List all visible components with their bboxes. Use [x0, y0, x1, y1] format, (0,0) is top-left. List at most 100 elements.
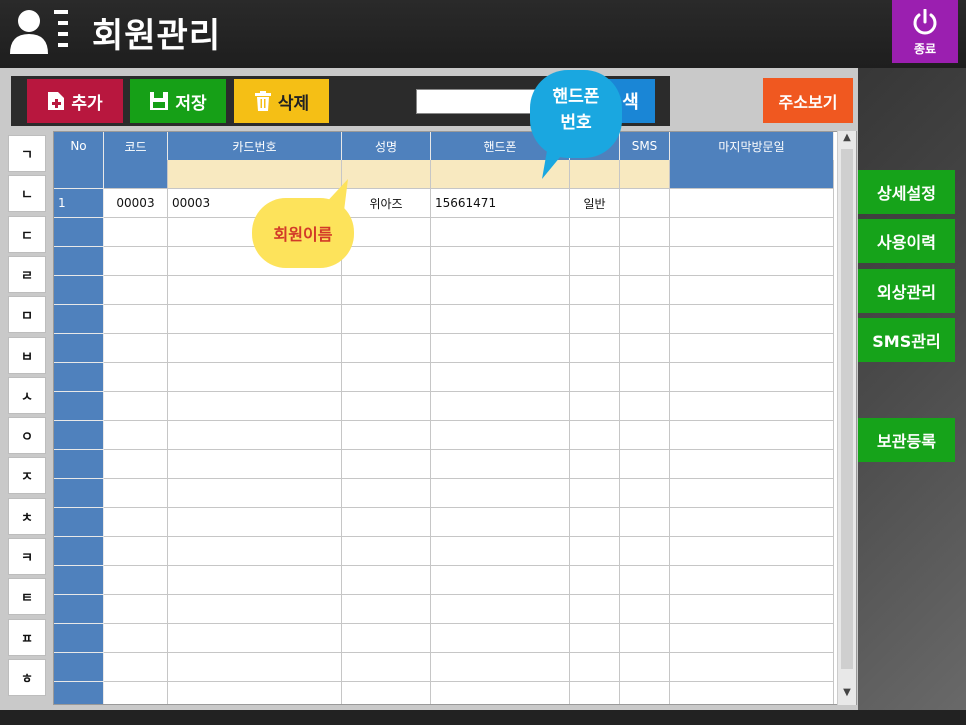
filter-cell[interactable] [104, 160, 168, 189]
table-cell[interactable] [570, 392, 620, 421]
index-button[interactable]: ㅋ [8, 538, 46, 575]
table-cell[interactable] [570, 334, 620, 363]
table-row[interactable] [54, 508, 834, 537]
table-cell[interactable] [670, 566, 834, 595]
table-cell[interactable] [570, 421, 620, 450]
table-cell[interactable] [168, 682, 342, 704]
table-cell[interactable] [54, 450, 104, 479]
table-cell[interactable] [168, 479, 342, 508]
column-header[interactable]: 카드번호 [168, 132, 342, 160]
table-row[interactable] [54, 334, 834, 363]
search-input[interactable] [416, 89, 536, 114]
vertical-scrollbar[interactable]: ▲ ▼ [837, 131, 856, 705]
table-cell[interactable] [431, 334, 570, 363]
table-cell[interactable] [431, 595, 570, 624]
table-cell[interactable] [54, 218, 104, 247]
column-header[interactable]: No [54, 132, 104, 160]
table-cell[interactable] [620, 218, 670, 247]
index-button[interactable]: ㅊ [8, 497, 46, 535]
table-cell[interactable] [54, 653, 104, 682]
table-cell[interactable] [104, 334, 168, 363]
table-row[interactable] [54, 247, 834, 276]
table-cell[interactable] [54, 566, 104, 595]
table-cell[interactable] [104, 537, 168, 566]
table-cell[interactable] [104, 276, 168, 305]
column-header[interactable]: 코드 [104, 132, 168, 160]
table-cell[interactable] [54, 392, 104, 421]
filter-cell[interactable] [620, 160, 670, 189]
detail-settings-button[interactable]: 상세설정 [858, 170, 955, 214]
table-cell[interactable] [431, 508, 570, 537]
table-cell[interactable] [620, 334, 670, 363]
table-row[interactable] [54, 682, 834, 704]
table-cell[interactable] [670, 363, 834, 392]
scroll-up-icon[interactable]: ▲ [838, 132, 856, 148]
table-cell[interactable] [104, 305, 168, 334]
column-header[interactable]: 마지막방문일 [670, 132, 834, 160]
table-row[interactable] [54, 392, 834, 421]
table-cell[interactable] [342, 218, 431, 247]
exit-button[interactable]: 종료 [892, 0, 958, 63]
address-view-button[interactable]: 주소보기 [763, 78, 853, 123]
table-cell[interactable] [570, 305, 620, 334]
table-cell[interactable] [620, 189, 670, 218]
table-cell[interactable] [431, 276, 570, 305]
table-cell[interactable] [342, 334, 431, 363]
table-cell[interactable] [168, 566, 342, 595]
filter-cell[interactable] [168, 160, 342, 189]
table-cell[interactable] [670, 537, 834, 566]
table-cell[interactable] [342, 624, 431, 653]
table-row[interactable] [54, 537, 834, 566]
table-cell[interactable] [104, 363, 168, 392]
table-cell[interactable] [104, 479, 168, 508]
table-cell[interactable] [342, 247, 431, 276]
table-cell[interactable] [54, 247, 104, 276]
table-cell[interactable] [431, 218, 570, 247]
table-cell[interactable] [342, 392, 431, 421]
table-cell[interactable] [168, 653, 342, 682]
table-cell[interactable] [570, 566, 620, 595]
table-cell[interactable] [620, 566, 670, 595]
index-button[interactable]: ㅅ [8, 376, 46, 414]
table-cell[interactable] [670, 276, 834, 305]
table-row[interactable] [54, 653, 834, 682]
sms-management-button[interactable]: SMS관리 [858, 318, 955, 362]
filter-cell[interactable] [670, 160, 834, 189]
table-cell[interactable] [570, 624, 620, 653]
table-cell[interactable] [54, 508, 104, 537]
table-cell[interactable] [431, 653, 570, 682]
table-cell[interactable] [670, 479, 834, 508]
table-cell[interactable]: 일반 [570, 189, 620, 218]
table-cell[interactable] [570, 479, 620, 508]
table-row[interactable] [54, 450, 834, 479]
index-button[interactable]: ㄹ [8, 255, 46, 293]
table-cell[interactable] [570, 247, 620, 276]
table-cell[interactable] [168, 392, 342, 421]
table-cell[interactable] [620, 421, 670, 450]
table-cell[interactable] [54, 363, 104, 392]
storage-register-button[interactable]: 보관등록 [858, 418, 955, 462]
table-row[interactable]: 1 00003 00003 위아즈 15661471 일반 [54, 189, 834, 218]
table-cell[interactable] [104, 624, 168, 653]
table-cell[interactable] [168, 508, 342, 537]
table-cell[interactable] [431, 479, 570, 508]
table-cell[interactable] [54, 537, 104, 566]
table-cell[interactable] [342, 421, 431, 450]
table-row[interactable] [54, 566, 834, 595]
table-cell[interactable] [168, 624, 342, 653]
table-cell[interactable] [342, 537, 431, 566]
credit-management-button[interactable]: 외상관리 [858, 269, 955, 313]
table-cell[interactable] [570, 276, 620, 305]
index-button[interactable]: ㄱ [8, 135, 46, 172]
table-cell[interactable] [431, 450, 570, 479]
table-cell[interactable] [620, 479, 670, 508]
table-cell[interactable] [54, 682, 104, 704]
table-cell[interactable] [342, 363, 431, 392]
table-cell[interactable] [570, 450, 620, 479]
index-button[interactable]: ㄷ [8, 215, 46, 253]
table-cell[interactable] [431, 421, 570, 450]
table-row[interactable] [54, 363, 834, 392]
table-cell[interactable] [431, 566, 570, 595]
table-cell[interactable] [620, 305, 670, 334]
table-row[interactable] [54, 624, 834, 653]
